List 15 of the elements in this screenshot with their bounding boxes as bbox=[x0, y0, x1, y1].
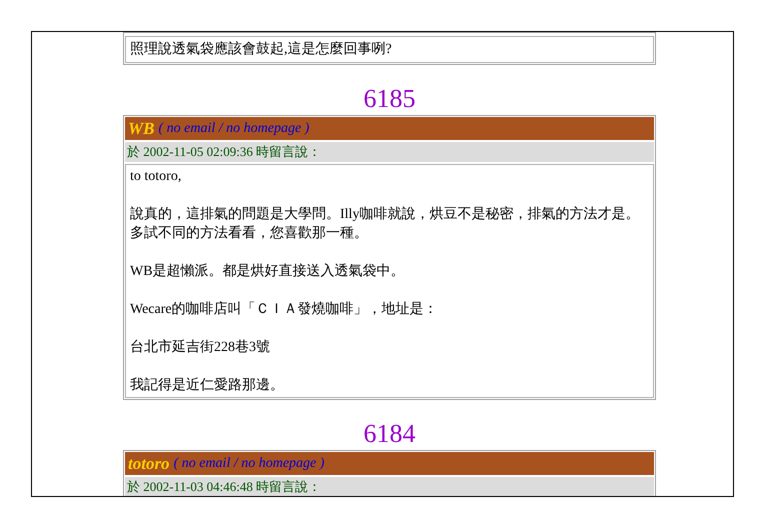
contact-info: ( no email / no homepage ) bbox=[174, 455, 324, 473]
entry-number: 6184 bbox=[362, 418, 416, 450]
message-paragraph: 台北市延吉街228巷3號 bbox=[130, 338, 271, 357]
message-paragraph: 我記得是近仁愛路那邊。 bbox=[130, 376, 285, 395]
contact-info: ( no email / no homepage ) bbox=[158, 120, 310, 138]
post-timestamp: 於 2002-11-05 02:09:36 時留言說： bbox=[125, 142, 654, 162]
message-paragraph: 照理說透氣袋應該會鼓起,這是怎麼回事咧? bbox=[130, 40, 393, 59]
message-paragraph: Wecare的咖啡店叫「ＣＩＡ發燒咖啡」，地址是： bbox=[130, 300, 439, 319]
message-paragraph: to totoro, bbox=[130, 168, 182, 186]
author-name: WB bbox=[128, 118, 154, 140]
entry-number: 6185 bbox=[362, 83, 416, 115]
post-timestamp: 於 2002-11-03 04:46:48 時留言說： bbox=[125, 477, 654, 496]
message-paragraph: 說真的，這排氣的問題是大學問。Illy咖啡就說，烘豆不是秘密，排氣的方法才是。多試不同的方法看看，您喜歡那一種。 bbox=[130, 205, 640, 243]
author-name: totoro bbox=[128, 452, 170, 475]
message-paragraph: WB是超懶派。都是烘好直接送入透氣袋中。 bbox=[130, 262, 406, 281]
